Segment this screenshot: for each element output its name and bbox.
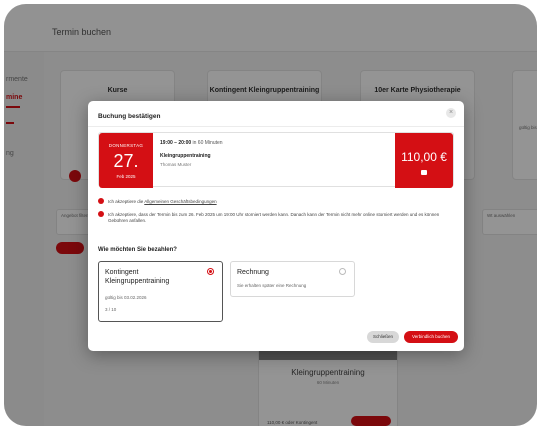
date-weekday: DONNERSTAG [108, 143, 144, 148]
payment-radio-selected[interactable] [207, 268, 214, 275]
dialog-title: Buchung bestätigen [98, 113, 161, 120]
close-icon[interactable]: × [446, 108, 456, 118]
payment-heading: Wie möchten Sie bezahlen? [98, 247, 177, 253]
payment-option-name: Rechnung [237, 269, 269, 276]
terms-agb-row: Ich akzeptiere die Allgemeinen Geschäfts… [98, 198, 454, 207]
dialog-divider [88, 126, 464, 127]
payment-option-validity: gültig bis 03.02.2026 [105, 295, 147, 300]
wallet-icon [421, 170, 427, 175]
agb-text: Ich akzeptiere die Allgemeinen Geschäfts… [108, 199, 453, 205]
price-block: 110,00 € [395, 133, 453, 188]
date-month: Feb 2025 [116, 174, 136, 179]
booking-trainer: Thomas Muster [160, 162, 192, 167]
payment-radio[interactable] [339, 268, 346, 275]
booking-time: 19:00 – 20:00 in 60 Minuten [160, 140, 223, 146]
date-block: DONNERSTAG 27. Feb 2025 [99, 133, 153, 188]
payment-option-rechnung[interactable]: Rechnung Sie erhalten später eine Rechnu… [230, 261, 355, 297]
device-frame: Termin buchen rmente mine ng Kurse Konti… [0, 0, 541, 430]
payment-option-count: 3 / 10 [105, 307, 117, 312]
book-button[interactable]: Verbindlich buchen [404, 331, 458, 343]
screen: Termin buchen rmente mine ng Kurse Konti… [4, 4, 537, 426]
payment-option-kontingent[interactable]: Kontingent Kleingruppentraining gültig b… [98, 261, 223, 322]
booking-course-name: Kleingruppentraining [160, 153, 211, 159]
booking-time-range: 19:00 – 20:00 [160, 140, 192, 146]
booking-duration: in 60 Minuten [192, 140, 223, 146]
storno-checkbox[interactable] [98, 211, 104, 217]
booking-summary: DONNERSTAG 27. Feb 2025 19:00 – 20:00 in… [98, 132, 454, 188]
booking-confirm-dialog: Buchung bestätigen × DONNERSTAG 27. Feb … [88, 101, 464, 351]
payment-option-detail: Sie erhalten später eine Rechnung [237, 283, 307, 288]
terms-storno-row: Ich akzeptiere, dass der Termin bis zum … [98, 211, 454, 226]
payment-option-name: Kontingent Kleingruppentraining [105, 269, 170, 285]
booking-price: 110,00 € [401, 150, 447, 164]
storno-text: Ich akzeptiere, dass der Termin bis zum … [108, 212, 440, 223]
close-button[interactable]: Schließen [367, 331, 399, 343]
agb-checkbox[interactable] [98, 198, 104, 204]
agb-prefix: Ich akzeptiere die [108, 199, 145, 204]
date-day: 27. [113, 151, 139, 171]
agb-link[interactable]: Allgemeinen Geschäftsbedingungen [144, 199, 216, 204]
